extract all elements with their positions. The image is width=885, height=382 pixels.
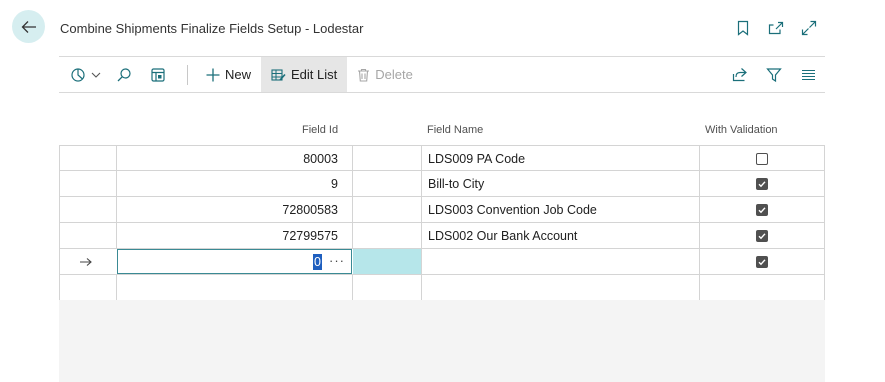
personalize-button[interactable]	[141, 57, 175, 92]
delete-label: Delete	[375, 67, 413, 82]
analysis-icon	[71, 67, 85, 82]
field-id-cell[interactable]: 80003	[117, 146, 338, 171]
toolbar-separator	[187, 64, 188, 85]
with-validation-checkbox[interactable]	[756, 249, 768, 274]
with-validation-checkbox[interactable]	[756, 171, 768, 196]
search-icon	[117, 67, 131, 81]
checkbox-checked-icon	[756, 177, 768, 190]
list-icon	[801, 69, 815, 80]
field-id-cell[interactable]: 72799575	[117, 223, 338, 248]
field-id-input[interactable]: 0 ···	[117, 249, 352, 274]
field-id-input-value: 0	[313, 254, 322, 270]
share-icon	[732, 68, 747, 82]
layout-icon	[151, 67, 165, 82]
field-id-cell[interactable]: 72800583	[117, 197, 338, 222]
table-row[interactable]: 80003 LDS009 PA Code	[59, 145, 825, 171]
filter-icon	[766, 67, 782, 82]
list-view-button[interactable]	[791, 57, 825, 92]
delete-button[interactable]: Delete	[347, 57, 423, 92]
field-name-cell: LDS002 Our Bank Account	[428, 228, 578, 243]
search-button[interactable]	[107, 57, 141, 92]
field-name-cell: Bill-to City	[428, 176, 485, 191]
plus-icon	[206, 68, 220, 81]
chevron-down-icon	[91, 72, 101, 78]
column-header-field-name[interactable]: Field Name	[427, 124, 483, 136]
table-row-empty[interactable]	[59, 275, 825, 301]
arrow-left-icon	[21, 20, 36, 33]
checkbox-unchecked-icon	[756, 152, 768, 165]
new-button[interactable]: New	[196, 57, 261, 92]
grid-empty-area	[59, 300, 825, 382]
highlighted-cell	[353, 249, 421, 274]
edit-list-label: Edit List	[291, 67, 338, 82]
field-name-cell: LDS003 Convention Job Code	[428, 202, 597, 217]
table-row[interactable]: 72800583 LDS003 Convention Job Code	[59, 197, 825, 223]
field-id-cell[interactable]: 9	[117, 171, 338, 196]
table-row[interactable]: 72799575 LDS002 Our Bank Account	[59, 223, 825, 249]
current-row-arrow-icon	[79, 249, 95, 274]
lookup-button[interactable]: ···	[329, 253, 345, 268]
bookmark-icon[interactable]	[733, 18, 753, 38]
table-row-new[interactable]: 0 ···	[59, 249, 825, 275]
with-validation-checkbox[interactable]	[756, 223, 768, 248]
expand-icon[interactable]	[799, 18, 819, 38]
new-button-label: New	[225, 67, 252, 82]
with-validation-checkbox[interactable]	[756, 146, 768, 171]
checkbox-checked-icon	[756, 203, 768, 216]
checkbox-checked-icon	[756, 255, 768, 268]
trash-icon	[358, 68, 370, 82]
back-button[interactable]	[12, 10, 45, 43]
page-title: Combine Shipments Finalize Fields Setup …	[60, 21, 364, 36]
edit-list-icon	[271, 68, 286, 81]
open-new-window-icon[interactable]	[766, 18, 786, 38]
field-name-cell: LDS009 PA Code	[428, 151, 526, 166]
column-header-field-id[interactable]: Field Id	[302, 124, 338, 136]
analysis-mode-button[interactable]	[59, 57, 107, 92]
action-bar: New Edit List Delete	[59, 57, 825, 92]
edit-list-button[interactable]: Edit List	[261, 57, 348, 92]
with-validation-checkbox[interactable]	[756, 197, 768, 222]
fields-table: 80003 LDS009 PA Code 9 Bill-to City 7280…	[59, 145, 825, 301]
column-header-with-validation[interactable]: With Validation	[705, 124, 778, 136]
filter-button[interactable]	[757, 57, 791, 92]
divider	[59, 92, 825, 93]
table-row[interactable]: 9 Bill-to City	[59, 171, 825, 197]
checkbox-checked-icon	[756, 229, 768, 242]
share-button[interactable]	[723, 57, 757, 92]
